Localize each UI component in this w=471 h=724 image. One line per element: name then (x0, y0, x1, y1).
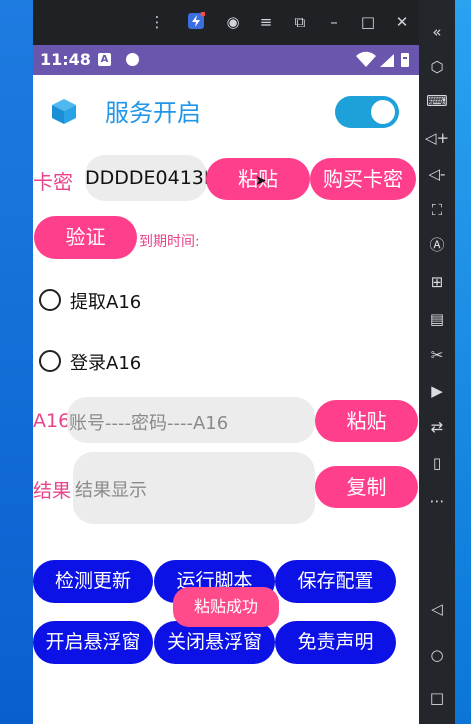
cube-icon (52, 99, 76, 124)
disclaimer-button[interactable]: 免责声明 (275, 621, 396, 664)
buy-card-key-button[interactable]: 购买卡密 (310, 158, 416, 200)
desktop-background-left (0, 0, 33, 724)
add-window-icon[interactable]: ⊞ (425, 270, 449, 294)
popout-icon[interactable]: ⧉ (290, 12, 310, 32)
emulator-titlebar: ⋮ ◉ ≡ ⧉ – □ ✕ (33, 0, 418, 45)
card-key-value: DDDDE0413D (85, 167, 207, 189)
emulator-window: ⋮ ◉ ≡ ⧉ – □ ✕ « ⬡ ⌨ ◁+ ◁- ⛶ Ⓐ ⊞ ▤ ✂ ▶ ⇄ … (33, 0, 455, 724)
service-header: 服务开启 (33, 85, 419, 135)
save-config-button[interactable]: 保存配置 (275, 560, 396, 603)
keyboard-icon[interactable]: ⌨ (425, 89, 449, 113)
login-a16-radio[interactable] (39, 350, 61, 372)
result-placeholder: 结果显示 (75, 480, 147, 501)
emulator-side-toolbar: « ⬡ ⌨ ◁+ ◁- ⛶ Ⓐ ⊞ ▤ ✂ ▶ ⇄ ▯ ⋯ ◁ ○ □ (419, 0, 455, 724)
copy-button[interactable]: 复制 (315, 466, 418, 508)
back-nav-icon[interactable]: ◁ (425, 597, 449, 621)
more-vert-icon[interactable]: ⋮ (147, 12, 167, 32)
notification-a-icon: A (98, 53, 111, 66)
screenshot-icon[interactable]: ⛶ (425, 198, 449, 222)
android-status-bar: 11:48 A (33, 45, 419, 75)
a16-paste-button[interactable]: 粘贴 (315, 400, 418, 442)
result-label: 结果 (33, 480, 72, 502)
sync-icon[interactable]: ⇄ (425, 415, 449, 439)
notification-pie-icon (126, 53, 139, 66)
a16-input[interactable]: 账号----密码----A16 (67, 397, 315, 443)
more-icon[interactable]: ⋯ (425, 489, 449, 513)
shake-icon[interactable]: ▯ (425, 451, 449, 475)
volume-up-icon[interactable]: ◁+ (425, 126, 449, 150)
mouse-cursor-icon: ➤ (255, 173, 267, 189)
login-a16-label: 登录A16 (70, 353, 142, 374)
lightning-icon[interactable] (186, 11, 206, 32)
check-update-button[interactable]: 检测更新 (33, 560, 153, 603)
user-circle-icon[interactable]: ◉ (223, 12, 243, 32)
open-float-window-button[interactable]: 开启悬浮窗 (33, 621, 153, 664)
volume-down-icon[interactable]: ◁- (425, 162, 449, 186)
page-title: 服务开启 (105, 99, 201, 127)
a16-placeholder: 账号----密码----A16 (69, 413, 229, 434)
collapse-icon[interactable]: « (425, 20, 449, 44)
desktop-background-right (455, 0, 471, 724)
maximize-icon[interactable]: □ (358, 12, 378, 32)
recents-nav-icon[interactable]: □ (425, 686, 449, 710)
extract-a16-radio[interactable] (39, 289, 61, 311)
apk-install-icon[interactable]: ▤ (425, 307, 449, 331)
record-icon[interactable]: ▶ (425, 379, 449, 403)
minimize-icon[interactable]: – (324, 12, 344, 32)
card-key-label: 卡密 (33, 170, 73, 194)
menu-icon[interactable]: ≡ (256, 12, 276, 32)
verify-button[interactable]: 验证 (34, 216, 137, 259)
result-output[interactable]: 结果显示 (73, 452, 315, 524)
app-screen: 11:48 A 服务开启 卡密 DDDDE0413D 粘贴 购买卡密 ➤ 验证 (33, 45, 419, 724)
scissors-icon[interactable]: ✂ (425, 343, 449, 367)
home-nav-icon[interactable]: ○ (425, 643, 449, 667)
service-toggle[interactable] (335, 96, 399, 128)
settings-hex-icon[interactable]: ⬡ (425, 55, 449, 79)
card-key-input[interactable]: DDDDE0413D (85, 155, 207, 201)
paste-success-toast: 粘贴成功 (173, 587, 279, 627)
auto-click-icon[interactable]: Ⓐ (425, 233, 449, 257)
toggle-knob (371, 100, 395, 124)
expiry-time-label: 到期时间: (139, 234, 200, 250)
wifi-signal-battery-icon (354, 51, 412, 73)
extract-a16-label: 提取A16 (70, 292, 142, 313)
status-time: 11:48 (40, 50, 91, 69)
close-float-window-button[interactable]: 关闭悬浮窗 (154, 621, 275, 664)
a16-label: A16 (33, 410, 71, 432)
close-icon[interactable]: ✕ (392, 12, 412, 32)
